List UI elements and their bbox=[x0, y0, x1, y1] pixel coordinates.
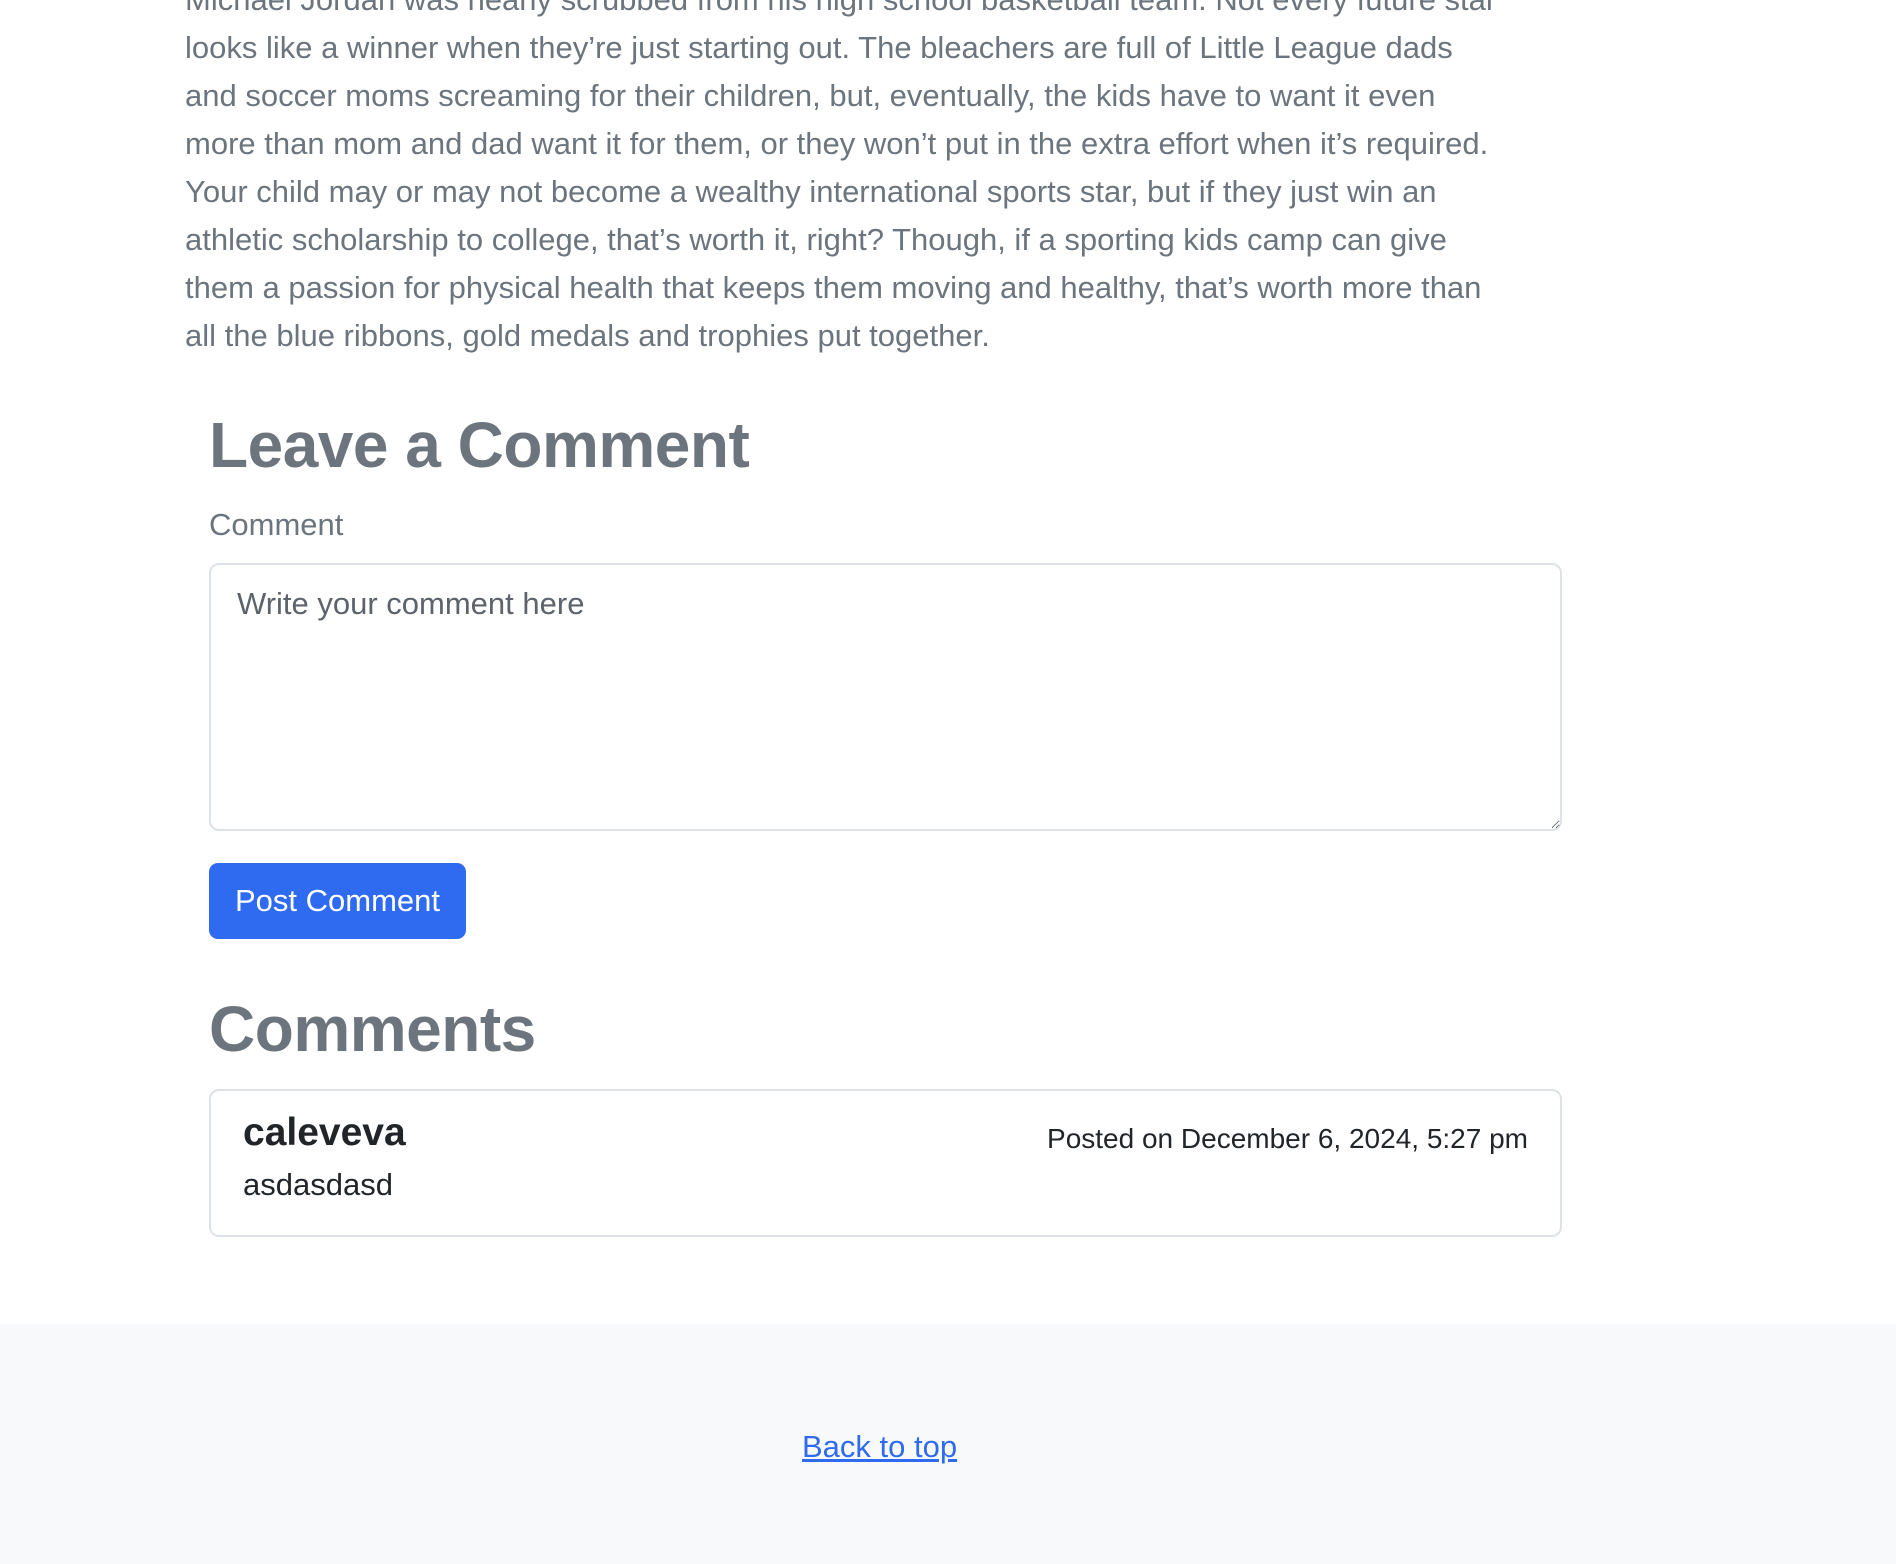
article-line: and soccer moms screaming for their chil… bbox=[185, 78, 1436, 113]
article-body: Michael Jordan was nearly scrubbed from … bbox=[185, 0, 1585, 360]
comment-label: Comment bbox=[209, 507, 344, 542]
comment-card: caleveva Posted on December 6, 2024, 5:2… bbox=[209, 1089, 1562, 1237]
article-line: Michael Jordan was nearly scrubbed from … bbox=[185, 0, 1585, 24]
article-line: more than mom and dad want it for them, … bbox=[185, 126, 1489, 161]
comment-section: Leave a Comment Comment Post Comment Com… bbox=[209, 405, 1562, 1237]
article-line: looks like a winner when they’re just st… bbox=[185, 30, 1453, 65]
comments-heading: Comments bbox=[209, 993, 536, 1065]
footer: Back to top bbox=[0, 1324, 1896, 1564]
article-line: athletic scholarship to college, that’s … bbox=[185, 222, 1447, 257]
comment-textarea[interactable] bbox=[209, 563, 1562, 831]
leave-comment-heading: Leave a Comment bbox=[209, 409, 750, 481]
page: Michael Jordan was nearly scrubbed from … bbox=[0, 0, 1896, 1564]
article-line: all the blue ribbons, gold medals and tr… bbox=[185, 318, 990, 353]
article-line: them a passion for physical health that … bbox=[185, 270, 1482, 305]
post-comment-button[interactable]: Post Comment bbox=[209, 863, 467, 939]
back-to-top-link[interactable]: Back to top bbox=[802, 1425, 957, 1469]
comment-date: Posted on December 6, 2024, 5:27 pm bbox=[1047, 1123, 1528, 1154]
article-line: Your child may or may not become a wealt… bbox=[185, 174, 1437, 209]
comment-body: asdasdasd bbox=[243, 1167, 393, 1202]
